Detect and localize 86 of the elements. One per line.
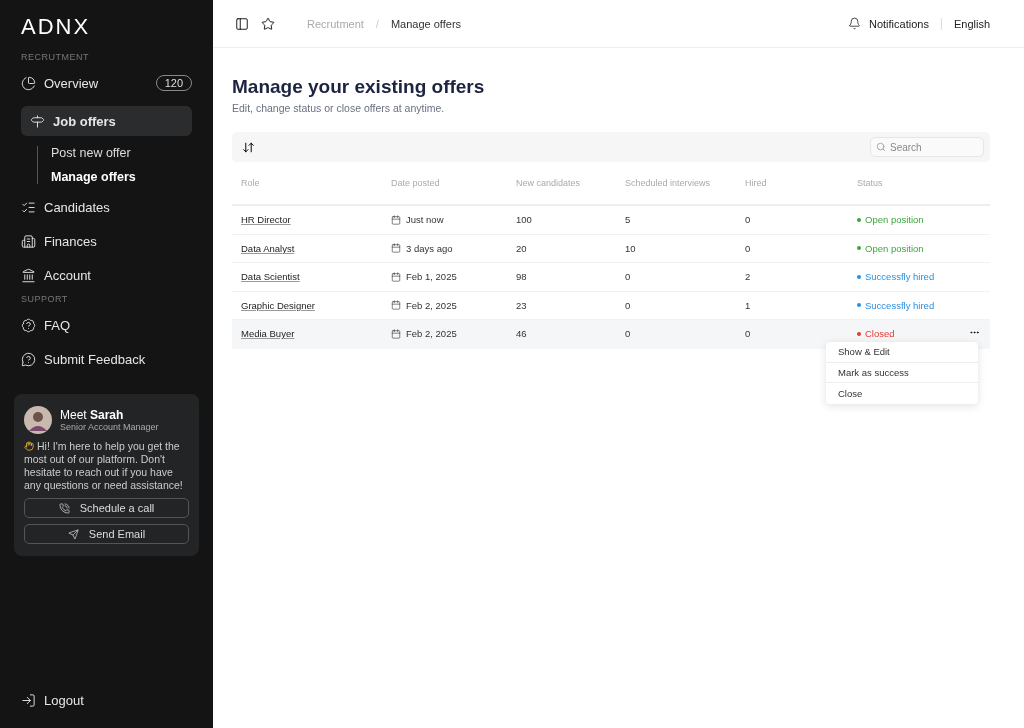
menu-item[interactable]: Show & Edit — [826, 342, 978, 363]
table-cell: 0 — [625, 299, 631, 311]
page-subtitle: Edit, change status or close offers at anytime. — [232, 102, 446, 114]
table-cell: 10 — [625, 242, 636, 254]
date-cell: Just now — [391, 214, 444, 226]
nav-item[interactable]: Submit Feedback — [21, 344, 192, 374]
table-cell: 1 — [745, 299, 751, 311]
role-link[interactable]: HR Director — [241, 214, 291, 226]
waving-hand-icon — [24, 441, 34, 451]
nav-subitem[interactable]: Post new offer — [51, 146, 131, 160]
send-icon — [67, 528, 79, 540]
menu-item[interactable]: Mark as success — [826, 362, 978, 383]
column-header: New candidates — [516, 178, 582, 188]
column-header: Scheduled interviews — [625, 178, 712, 188]
column-header: Status — [857, 178, 884, 188]
role-link[interactable]: Data Analyst — [241, 242, 295, 254]
breadcrumb-separator: / — [375, 17, 379, 30]
table-cell: 20 — [516, 242, 527, 254]
status-label: Closed — [857, 328, 895, 340]
menu-item[interactable]: Close — [826, 383, 978, 404]
date-cell: Feb 2, 2025 — [391, 328, 457, 340]
role-link[interactable]: Data Scientist — [241, 271, 300, 283]
nav-item[interactable]: Finances — [21, 226, 192, 256]
date-cell: Feb 2, 2025 — [391, 299, 457, 311]
contact-name: Meet Sarah — [60, 408, 125, 422]
search-icon — [876, 142, 886, 152]
date-cell: 3 days ago — [391, 242, 453, 254]
calendar-icon — [391, 243, 401, 254]
date-cell: Feb 1, 2025 — [391, 271, 457, 283]
page-title: Manage your existing offers — [232, 76, 486, 98]
pie-chart-icon — [21, 75, 36, 91]
table-cell: 0 — [625, 271, 631, 283]
contact-role: Senior Account Manager — [60, 422, 159, 432]
status-label: Open position — [857, 242, 924, 254]
table-cell: 0 — [745, 242, 751, 254]
role-link[interactable]: Media Buyer — [241, 328, 295, 340]
breadcrumb[interactable]: Manage offers — [390, 17, 462, 30]
table-cell: 0 — [745, 214, 751, 226]
nav-item[interactable]: Candidates — [21, 192, 192, 222]
contact-button[interactable]: Send Email — [24, 524, 189, 544]
sidebar-toggle-icon[interactable] — [235, 16, 249, 31]
table-cell: 46 — [516, 328, 527, 340]
nav-item[interactable]: Account — [21, 260, 192, 290]
calendar-icon — [391, 271, 401, 282]
status-label: Successfly hired — [857, 299, 935, 311]
status-label: Open position — [857, 214, 924, 226]
language-selector[interactable]: English — [953, 17, 990, 30]
list-icon — [21, 199, 36, 215]
column-header: Role — [241, 178, 261, 188]
logout-icon — [21, 693, 36, 708]
help-badge-icon — [21, 317, 36, 333]
signpost-icon — [30, 113, 45, 129]
logo: ADNX — [21, 14, 91, 40]
notifications-link[interactable]: Notifications — [869, 17, 929, 30]
table-cell: 98 — [516, 271, 527, 283]
phone-icon — [58, 502, 70, 514]
table-cell: 5 — [625, 214, 631, 226]
search-field[interactable]: Search — [870, 137, 984, 157]
section-heading: RECRUTMENT — [21, 52, 89, 62]
section-heading: SUPPORT — [21, 294, 68, 304]
table-cell: 0 — [625, 328, 631, 340]
sort-icon[interactable] — [242, 140, 255, 154]
nav-item[interactable]: Job offers — [21, 106, 192, 136]
building-icon — [21, 233, 36, 249]
table-cell: 23 — [516, 299, 527, 311]
star-icon[interactable] — [261, 16, 275, 31]
table-cell: 2 — [745, 271, 751, 283]
table-cell: 100 — [516, 214, 532, 226]
nav-subitem[interactable]: Manage offers — [51, 170, 136, 184]
column-header: Date posted — [391, 178, 441, 188]
status-label: Successfly hired — [857, 271, 935, 283]
chat-icon — [21, 351, 36, 367]
calendar-icon — [391, 328, 401, 339]
calendar-icon — [391, 300, 401, 311]
contact-button[interactable]: Schedule a call — [24, 498, 189, 518]
contact-message: Hi! I'm here to help you get the most out of our platform. Don't hesitate to reach out if you have any questions or need assistance! — [24, 440, 184, 492]
avatar — [24, 406, 52, 434]
table-cell: 0 — [745, 328, 751, 340]
calendar-icon — [391, 214, 401, 225]
column-header: Hired — [745, 178, 768, 188]
nav-item[interactable]: Overview 120 — [21, 68, 192, 98]
logout-link[interactable]: Logout — [21, 693, 84, 708]
bell-icon[interactable] — [848, 17, 861, 30]
nav-item[interactable]: FAQ — [21, 310, 192, 340]
role-link[interactable]: Graphic Designer — [241, 299, 315, 311]
bank-icon — [21, 267, 36, 283]
